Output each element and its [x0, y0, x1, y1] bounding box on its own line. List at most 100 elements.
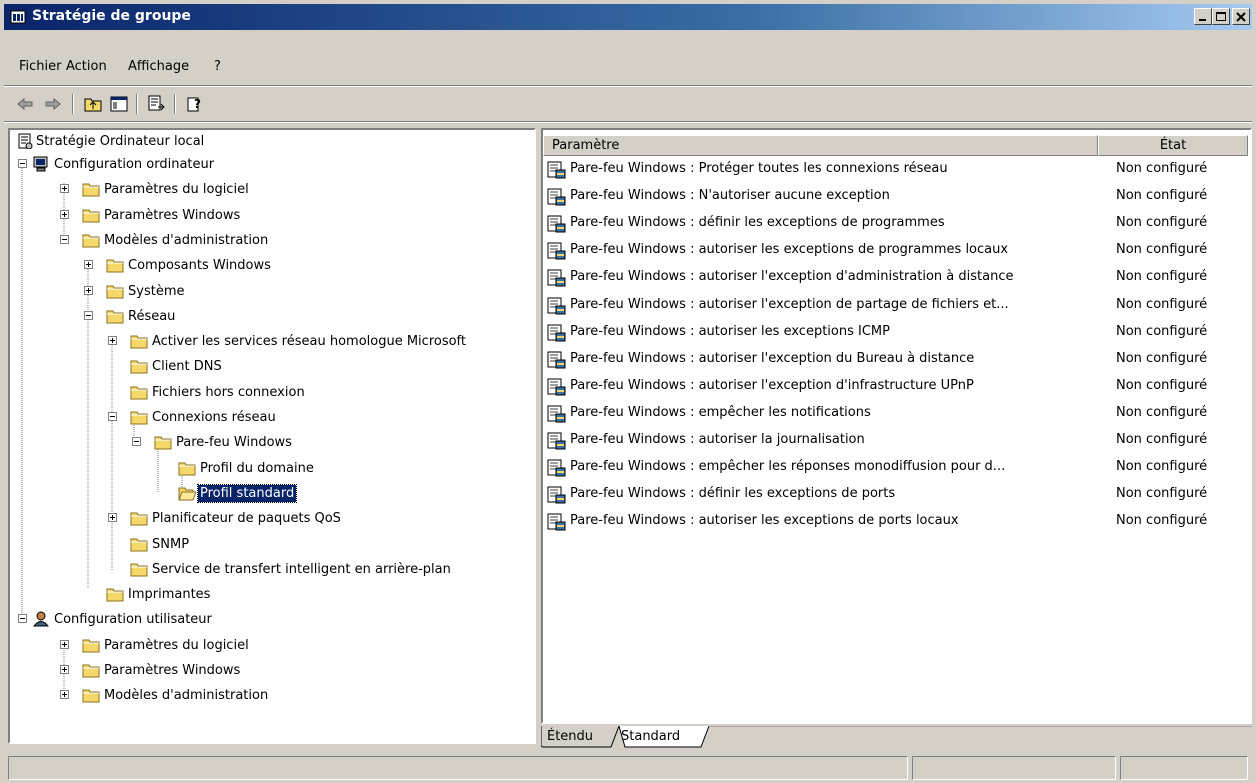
group-policy-icon	[10, 10, 26, 24]
policy-setting-icon	[547, 161, 566, 179]
expand-icon[interactable]	[60, 209, 69, 219]
folder-icon	[130, 512, 148, 526]
tree-label: Système	[128, 283, 185, 299]
back-button[interactable]	[14, 93, 36, 115]
list-row[interactable]: Pare-feu Windows : empêcher les réponses…	[546, 456, 1246, 480]
list-row[interactable]: Pare-feu Windows : autoriser l'exception…	[546, 348, 1246, 372]
policy-setting-icon	[547, 297, 566, 314]
folder-icon	[130, 386, 148, 400]
state-cell: Non configuré	[1116, 432, 1208, 447]
up-level-button[interactable]	[82, 93, 104, 115]
tree-label: Modèles d'administration	[104, 232, 269, 248]
status-bar	[4, 754, 1252, 781]
list-row[interactable]: Pare-feu Windows : autoriser les excepti…	[546, 239, 1246, 263]
menu-help[interactable]: ?	[214, 59, 221, 74]
parameter-cell: Pare-feu Windows : empêcher les réponses…	[570, 459, 1006, 475]
state-cell: Non configuré	[1116, 486, 1208, 502]
list-row[interactable]: Pare-feu Windows : N'autoriser aucune ex…	[546, 185, 1246, 209]
state-cell: Non configuré	[1116, 404, 1208, 420]
list-row[interactable]: Pare-feu Windows : autoriser l'exception…	[546, 266, 1246, 290]
parameter-cell: Pare-feu Windows : Protéger toutes les c…	[570, 161, 948, 176]
expand-icon[interactable]	[60, 639, 69, 649]
expand-icon[interactable]	[108, 513, 117, 523]
forward-button[interactable]	[42, 93, 64, 115]
collapse-icon[interactable]	[132, 437, 141, 447]
folder-icon	[82, 639, 100, 653]
tab-standard[interactable]: Standard	[615, 726, 711, 748]
parameter-cell: Pare-feu Windows : autoriser l'exception…	[570, 350, 975, 366]
column-header-state[interactable]: État	[1098, 135, 1248, 156]
collapse-icon[interactable]	[18, 159, 27, 168]
menu-bar: Fichier Action Affichage ?	[4, 52, 1252, 76]
expand-icon[interactable]	[108, 336, 117, 346]
collapse-icon[interactable]	[108, 412, 117, 421]
toolbar-divider	[4, 121, 1252, 123]
close-button[interactable]	[1232, 8, 1250, 25]
column-header-parameter[interactable]: Paramètre	[543, 135, 1098, 156]
computer-config-icon	[33, 156, 48, 172]
list-row[interactable]: Pare-feu Windows : autoriser les excepti…	[546, 510, 1246, 534]
tree-label: Paramètres Windows	[104, 207, 241, 223]
tree-label: Paramètres du logiciel	[104, 637, 249, 653]
view-tabs: Étendu Standard	[541, 726, 1252, 752]
state-cell: Non configuré	[1116, 242, 1208, 258]
open-folder-icon	[178, 487, 196, 501]
up-folder-icon	[84, 98, 102, 112]
folder-icon	[106, 259, 124, 273]
list-row[interactable]: Pare-feu Windows : Protéger toutes les c…	[546, 158, 1246, 182]
show-hide-tree-button[interactable]	[108, 93, 130, 115]
collapse-icon[interactable]	[60, 234, 69, 244]
folder-icon	[130, 538, 148, 551]
tree-label: Profil standard	[196, 483, 298, 503]
policy-setting-icon	[547, 405, 566, 423]
tree-label: Configuration utilisateur	[54, 612, 212, 628]
state-cell: Non configuré	[1116, 296, 1208, 312]
folder-icon	[130, 563, 148, 577]
state-cell: Non configuré	[1116, 513, 1208, 529]
list-row[interactable]: Pare-feu Windows : autoriser la journali…	[546, 429, 1246, 453]
expand-icon[interactable]	[84, 260, 93, 270]
state-cell: Non configuré	[1116, 323, 1208, 339]
folder-icon	[82, 664, 100, 678]
export-list-button[interactable]	[146, 93, 168, 115]
tree-label: Planificateur de paquets QoS	[152, 511, 341, 527]
parameter-cell: Pare-feu Windows : autoriser la journali…	[570, 432, 865, 447]
list-row[interactable]: Pare-feu Windows : empêcher les notifica…	[546, 402, 1246, 426]
details-list[interactable]: Paramètre État Pare-feu Windows : Protég…	[541, 128, 1252, 724]
tree-label: Paramètres du logiciel	[104, 182, 249, 198]
export-list-icon	[148, 95, 165, 111]
parameter-cell: Pare-feu Windows : autoriser l'exception…	[570, 296, 1009, 312]
menu-affichage[interactable]: Affichage	[128, 59, 189, 74]
maximize-button[interactable]	[1212, 8, 1230, 25]
list-row[interactable]: Pare-feu Windows : autoriser l'exception…	[546, 375, 1246, 399]
menu-fichier[interactable]: Fichier	[19, 59, 62, 74]
toolbar: ?	[4, 88, 1252, 118]
title-bar[interactable]: Stratégie de groupe	[4, 4, 1252, 30]
list-row[interactable]: Pare-feu Windows : définir les exception…	[546, 483, 1246, 507]
folder-icon	[130, 411, 148, 425]
expand-icon[interactable]	[60, 184, 69, 194]
collapse-icon[interactable]	[18, 614, 27, 624]
state-cell: Non configuré	[1116, 188, 1208, 204]
expand-icon[interactable]	[60, 665, 69, 674]
help-button[interactable]: ?	[184, 93, 206, 115]
expand-icon[interactable]	[60, 690, 69, 700]
policy-setting-icon	[547, 324, 566, 342]
parameter-cell: Pare-feu Windows : autoriser les excepti…	[570, 323, 890, 339]
tree-label: Profil du domaine	[200, 460, 314, 476]
list-row[interactable]: Pare-feu Windows : définir les exception…	[546, 212, 1246, 236]
minimize-button[interactable]	[1194, 8, 1212, 25]
policy-setting-icon	[547, 513, 566, 531]
menu-action[interactable]: Action	[66, 59, 107, 74]
tree-pane[interactable]: Stratégie Ordinateur local Configuration…	[8, 128, 536, 744]
svg-text:?: ?	[194, 97, 201, 111]
folder-icon	[130, 360, 148, 374]
folder-icon	[106, 588, 124, 602]
tab-extended[interactable]: Étendu	[541, 726, 615, 748]
list-row[interactable]: Pare-feu Windows : autoriser l'exception…	[546, 294, 1246, 318]
list-row[interactable]: Pare-feu Windows : autoriser les excepti…	[546, 321, 1246, 345]
expand-icon[interactable]	[84, 285, 93, 295]
show-hide-tree-icon	[110, 96, 128, 112]
status-cell-2	[912, 756, 1116, 780]
collapse-icon[interactable]	[84, 310, 93, 320]
